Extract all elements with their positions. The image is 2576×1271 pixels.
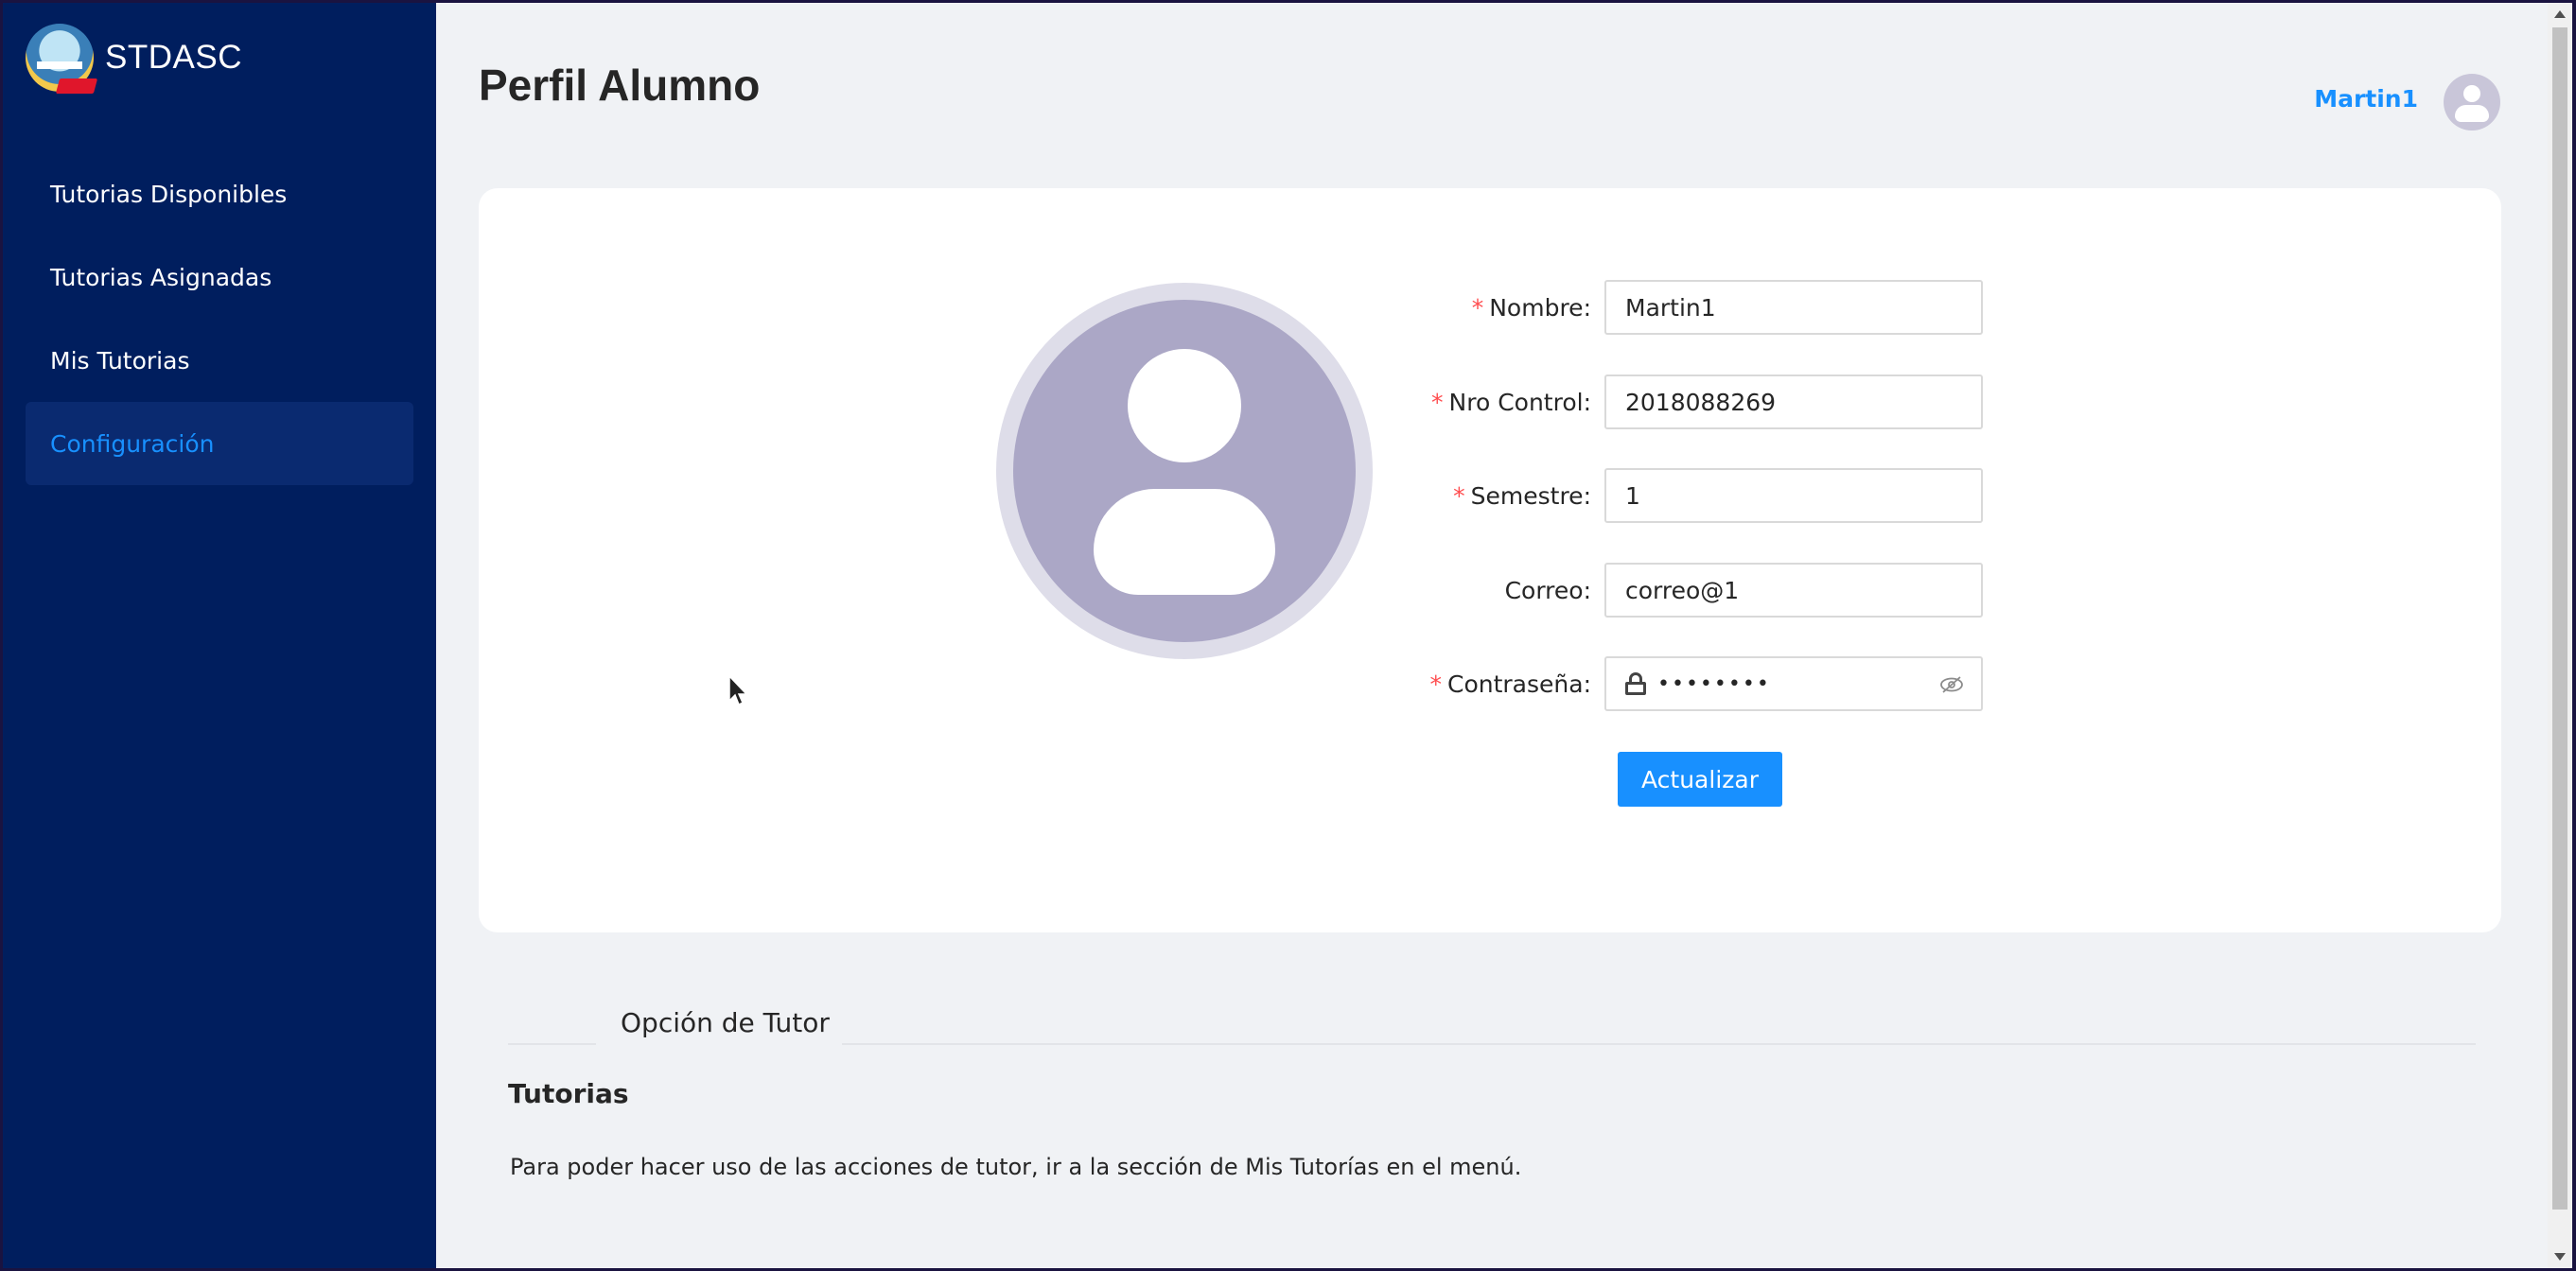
logo (26, 24, 98, 94)
form-row-nombre: * Nombre: Martin1 (1425, 280, 1983, 335)
app-window: STDASC Tutorias Disponibles Tutorias Asi… (3, 3, 2572, 1268)
scroll-down-arrow-icon[interactable] (2554, 1253, 2566, 1261)
required-mark: * (1453, 481, 1465, 510)
nro-control-field[interactable]: 2018088269 (1604, 374, 1983, 429)
contrasena-label: * Contraseña: (1429, 670, 1591, 698)
semestre-value: 1 (1625, 481, 1640, 510)
sidebar-item-label: Configuración (50, 429, 215, 458)
sidebar-item-label: Tutorias Asignadas (50, 263, 272, 291)
sidebar-item-configuracion[interactable]: Configuración (26, 402, 413, 485)
sidebar-item-tutorias-disponibles[interactable]: Tutorias Disponibles (26, 152, 413, 235)
divider-line-right (842, 1043, 2476, 1045)
nombre-field[interactable]: Martin1 (1604, 280, 1983, 335)
password-value: •••••••• (1657, 671, 1771, 696)
semestre-field[interactable]: 1 (1604, 468, 1983, 523)
brand[interactable]: STDASC (26, 24, 242, 94)
scrollbar[interactable] (2548, 3, 2572, 1268)
nombre-value: Martin1 (1625, 293, 1716, 322)
section-description: Para poder hacer uso de las acciones de … (510, 1154, 1522, 1180)
sidebar-item-label: Tutorias Disponibles (50, 180, 288, 208)
form-row-semestre: * Semestre: 1 (1425, 468, 1983, 523)
required-mark: * (1471, 293, 1484, 322)
nombre-label: * Nombre: (1471, 293, 1591, 322)
lock-icon (1625, 672, 1646, 695)
required-mark: * (1429, 670, 1442, 698)
scrollbar-thumb[interactable] (2552, 27, 2567, 1210)
correo-field[interactable]: correo@1 (1604, 563, 1983, 618)
eye-invisible-icon[interactable] (1939, 675, 1964, 694)
sidebar-item-label: Mis Tutorias (50, 346, 190, 374)
form-row-nro-control: * Nro Control: 2018088269 (1425, 374, 1983, 429)
sidebar-item-mis-tutorias[interactable]: Mis Tutorias (26, 319, 413, 402)
sidebar-item-tutorias-asignadas[interactable]: Tutorias Asignadas (26, 235, 413, 319)
user-avatar-icon[interactable] (2444, 74, 2500, 131)
semestre-label: * Semestre: (1453, 481, 1591, 510)
sidebar-menu: Tutorias Disponibles Tutorias Asignadas … (26, 152, 413, 485)
contrasena-field[interactable]: •••••••• (1604, 656, 1983, 711)
nro-control-label: * Nro Control: (1431, 388, 1591, 416)
form-row-contrasena: * Contraseña: •••••••• (1425, 656, 1983, 711)
divider-line-left (508, 1043, 596, 1045)
page-title: Perfil Alumno (479, 61, 761, 110)
correo-label: Correo: (1504, 576, 1591, 604)
scroll-up-arrow-icon[interactable] (2554, 10, 2566, 18)
brand-name: STDASC (105, 39, 242, 76)
correo-value: correo@1 (1625, 576, 1740, 604)
username-link[interactable]: Martin1 (2314, 85, 2418, 113)
profile-avatar-icon (996, 283, 1373, 659)
actualizar-button[interactable]: Actualizar (1618, 752, 1782, 807)
required-mark: * (1431, 388, 1444, 416)
profile-card: * Nombre: Martin1 * Nro Control: 201808826… (479, 188, 2501, 932)
divider-text: Opción de Tutor (621, 1007, 830, 1038)
section-title: Tutorias (508, 1078, 629, 1109)
mouse-cursor-icon (728, 674, 748, 706)
nro-control-value: 2018088269 (1625, 388, 1777, 416)
sidebar: STDASC Tutorias Disponibles Tutorias Asi… (3, 3, 436, 1268)
form-row-correo: Correo: correo@1 (1425, 563, 1983, 618)
